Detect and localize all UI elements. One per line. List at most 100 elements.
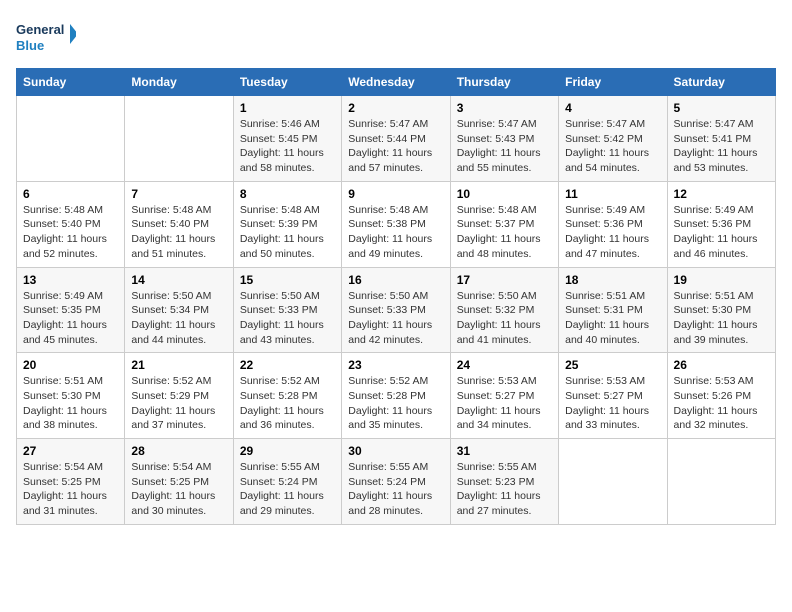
calendar-cell: 30 Sunrise: 5:55 AM Sunset: 5:24 PM Dayli… [342,439,450,525]
day-number: 20 [23,358,118,372]
day-info: Sunrise: 5:48 AM Sunset: 5:39 PM Dayligh… [240,203,335,262]
calendar-cell: 27Sunrise: 5:54 AM Sunset: 5:25 PM Dayli… [17,439,125,525]
day-number: 2 [348,101,443,115]
day-info: Sunrise: 5:54 AM Sunset: 5:25 PM Dayligh… [131,460,226,519]
day-number: 5 [674,101,769,115]
week-row-5: 27Sunrise: 5:54 AM Sunset: 5:25 PM Dayli… [17,439,776,525]
day-number: 13 [23,273,118,287]
day-number: 22 [240,358,335,372]
day-number: 30 [348,444,443,458]
calendar-cell: 8 Sunrise: 5:48 AM Sunset: 5:39 PM Daylig… [233,181,341,267]
day-number: 1 [240,101,335,115]
col-header-wednesday: Wednesday [342,69,450,96]
week-row-2: 6 Sunrise: 5:48 AM Sunset: 5:40 PM Daylig… [17,181,776,267]
col-header-saturday: Saturday [667,69,775,96]
day-number: 15 [240,273,335,287]
day-number: 18 [565,273,660,287]
calendar-cell: 15Sunrise: 5:50 AM Sunset: 5:33 PM Dayli… [233,267,341,353]
week-row-3: 13 Sunrise: 5:49 AM Sunset: 5:35 PM Dayli… [17,267,776,353]
calendar-cell: 25 Sunrise: 5:53 AM Sunset: 5:27 PM Dayli… [559,353,667,439]
calendar-cell: 24 Sunrise: 5:53 AM Sunset: 5:27 PM Dayli… [450,353,558,439]
day-number: 17 [457,273,552,287]
calendar-cell: 16 Sunrise: 5:50 AM Sunset: 5:33 PM Dayli… [342,267,450,353]
day-info: Sunrise: 5:46 AM Sunset: 5:45 PM Dayligh… [240,117,335,176]
day-number: 23 [348,358,443,372]
calendar-cell: 5 Sunrise: 5:47 AM Sunset: 5:41 PM Daylig… [667,96,775,182]
col-header-tuesday: Tuesday [233,69,341,96]
day-number: 25 [565,358,660,372]
day-info: Sunrise: 5:50 AM Sunset: 5:34 PM Dayligh… [131,289,226,348]
day-info: Sunrise: 5:50 AM Sunset: 5:33 PM Dayligh… [348,289,443,348]
day-number: 26 [674,358,769,372]
svg-text:Blue: Blue [16,38,44,53]
calendar-cell: 7 Sunrise: 5:48 AM Sunset: 5:40 PM Daylig… [125,181,233,267]
day-number: 10 [457,187,552,201]
day-info: Sunrise: 5:55 AM Sunset: 5:24 PM Dayligh… [240,460,335,519]
day-info: Sunrise: 5:55 AM Sunset: 5:23 PM Dayligh… [457,460,552,519]
week-row-1: 1 Sunrise: 5:46 AM Sunset: 5:45 PM Daylig… [17,96,776,182]
col-header-monday: Monday [125,69,233,96]
day-info: Sunrise: 5:48 AM Sunset: 5:37 PM Dayligh… [457,203,552,262]
day-number: 9 [348,187,443,201]
day-number: 19 [674,273,769,287]
calendar-cell: 11Sunrise: 5:49 AM Sunset: 5:36 PM Dayli… [559,181,667,267]
day-number: 6 [23,187,118,201]
calendar-cell: 18 Sunrise: 5:51 AM Sunset: 5:31 PM Dayli… [559,267,667,353]
calendar-cell: 4 Sunrise: 5:47 AM Sunset: 5:42 PM Daylig… [559,96,667,182]
calendar-cell: 6 Sunrise: 5:48 AM Sunset: 5:40 PM Daylig… [17,181,125,267]
day-number: 31 [457,444,552,458]
calendar-cell [559,439,667,525]
calendar-cell: 28 Sunrise: 5:54 AM Sunset: 5:25 PM Dayli… [125,439,233,525]
calendar-cell: 21 Sunrise: 5:52 AM Sunset: 5:29 PM Dayli… [125,353,233,439]
header-row: SundayMondayTuesdayWednesdayThursdayFrid… [17,69,776,96]
day-number: 8 [240,187,335,201]
day-info: Sunrise: 5:47 AM Sunset: 5:42 PM Dayligh… [565,117,660,176]
day-info: Sunrise: 5:51 AM Sunset: 5:30 PM Dayligh… [674,289,769,348]
day-info: Sunrise: 5:49 AM Sunset: 5:36 PM Dayligh… [674,203,769,262]
day-info: Sunrise: 5:48 AM Sunset: 5:40 PM Dayligh… [23,203,118,262]
calendar-cell: 10 Sunrise: 5:48 AM Sunset: 5:37 PM Dayli… [450,181,558,267]
day-number: 28 [131,444,226,458]
day-info: Sunrise: 5:47 AM Sunset: 5:41 PM Dayligh… [674,117,769,176]
day-number: 21 [131,358,226,372]
day-number: 16 [348,273,443,287]
calendar-cell: 1 Sunrise: 5:46 AM Sunset: 5:45 PM Daylig… [233,96,341,182]
svg-text:General: General [16,22,64,37]
calendar-cell: 19 Sunrise: 5:51 AM Sunset: 5:30 PM Dayli… [667,267,775,353]
day-info: Sunrise: 5:52 AM Sunset: 5:29 PM Dayligh… [131,374,226,433]
calendar-cell: 31 Sunrise: 5:55 AM Sunset: 5:23 PM Dayli… [450,439,558,525]
day-info: Sunrise: 5:54 AM Sunset: 5:25 PM Dayligh… [23,460,118,519]
calendar-cell: 22 Sunrise: 5:52 AM Sunset: 5:28 PM Dayli… [233,353,341,439]
calendar-cell [125,96,233,182]
calendar-cell: 17Sunrise: 5:50 AM Sunset: 5:32 PM Dayli… [450,267,558,353]
calendar-cell: 20 Sunrise: 5:51 AM Sunset: 5:30 PM Dayli… [17,353,125,439]
calendar-table: SundayMondayTuesdayWednesdayThursdayFrid… [16,68,776,525]
day-info: Sunrise: 5:53 AM Sunset: 5:27 PM Dayligh… [565,374,660,433]
day-info: Sunrise: 5:47 AM Sunset: 5:43 PM Dayligh… [457,117,552,176]
day-info: Sunrise: 5:52 AM Sunset: 5:28 PM Dayligh… [240,374,335,433]
calendar-cell: 23 Sunrise: 5:52 AM Sunset: 5:28 PM Dayli… [342,353,450,439]
day-number: 4 [565,101,660,115]
day-info: Sunrise: 5:48 AM Sunset: 5:40 PM Dayligh… [131,203,226,262]
day-number: 11 [565,187,660,201]
day-number: 7 [131,187,226,201]
col-header-sunday: Sunday [17,69,125,96]
day-number: 24 [457,358,552,372]
day-number: 14 [131,273,226,287]
day-info: Sunrise: 5:53 AM Sunset: 5:27 PM Dayligh… [457,374,552,433]
calendar-cell: 26 Sunrise: 5:53 AM Sunset: 5:26 PM Dayli… [667,353,775,439]
calendar-cell: 13 Sunrise: 5:49 AM Sunset: 5:35 PM Dayli… [17,267,125,353]
day-info: Sunrise: 5:55 AM Sunset: 5:24 PM Dayligh… [348,460,443,519]
calendar-cell: 9Sunrise: 5:48 AM Sunset: 5:38 PM Daylig… [342,181,450,267]
col-header-friday: Friday [559,69,667,96]
day-info: Sunrise: 5:49 AM Sunset: 5:35 PM Dayligh… [23,289,118,348]
page-header: General Blue [16,16,776,60]
day-info: Sunrise: 5:52 AM Sunset: 5:28 PM Dayligh… [348,374,443,433]
col-header-thursday: Thursday [450,69,558,96]
day-info: Sunrise: 5:53 AM Sunset: 5:26 PM Dayligh… [674,374,769,433]
day-number: 3 [457,101,552,115]
logo-svg: General Blue [16,16,76,60]
week-row-4: 20 Sunrise: 5:51 AM Sunset: 5:30 PM Dayli… [17,353,776,439]
day-info: Sunrise: 5:51 AM Sunset: 5:31 PM Dayligh… [565,289,660,348]
day-info: Sunrise: 5:51 AM Sunset: 5:30 PM Dayligh… [23,374,118,433]
